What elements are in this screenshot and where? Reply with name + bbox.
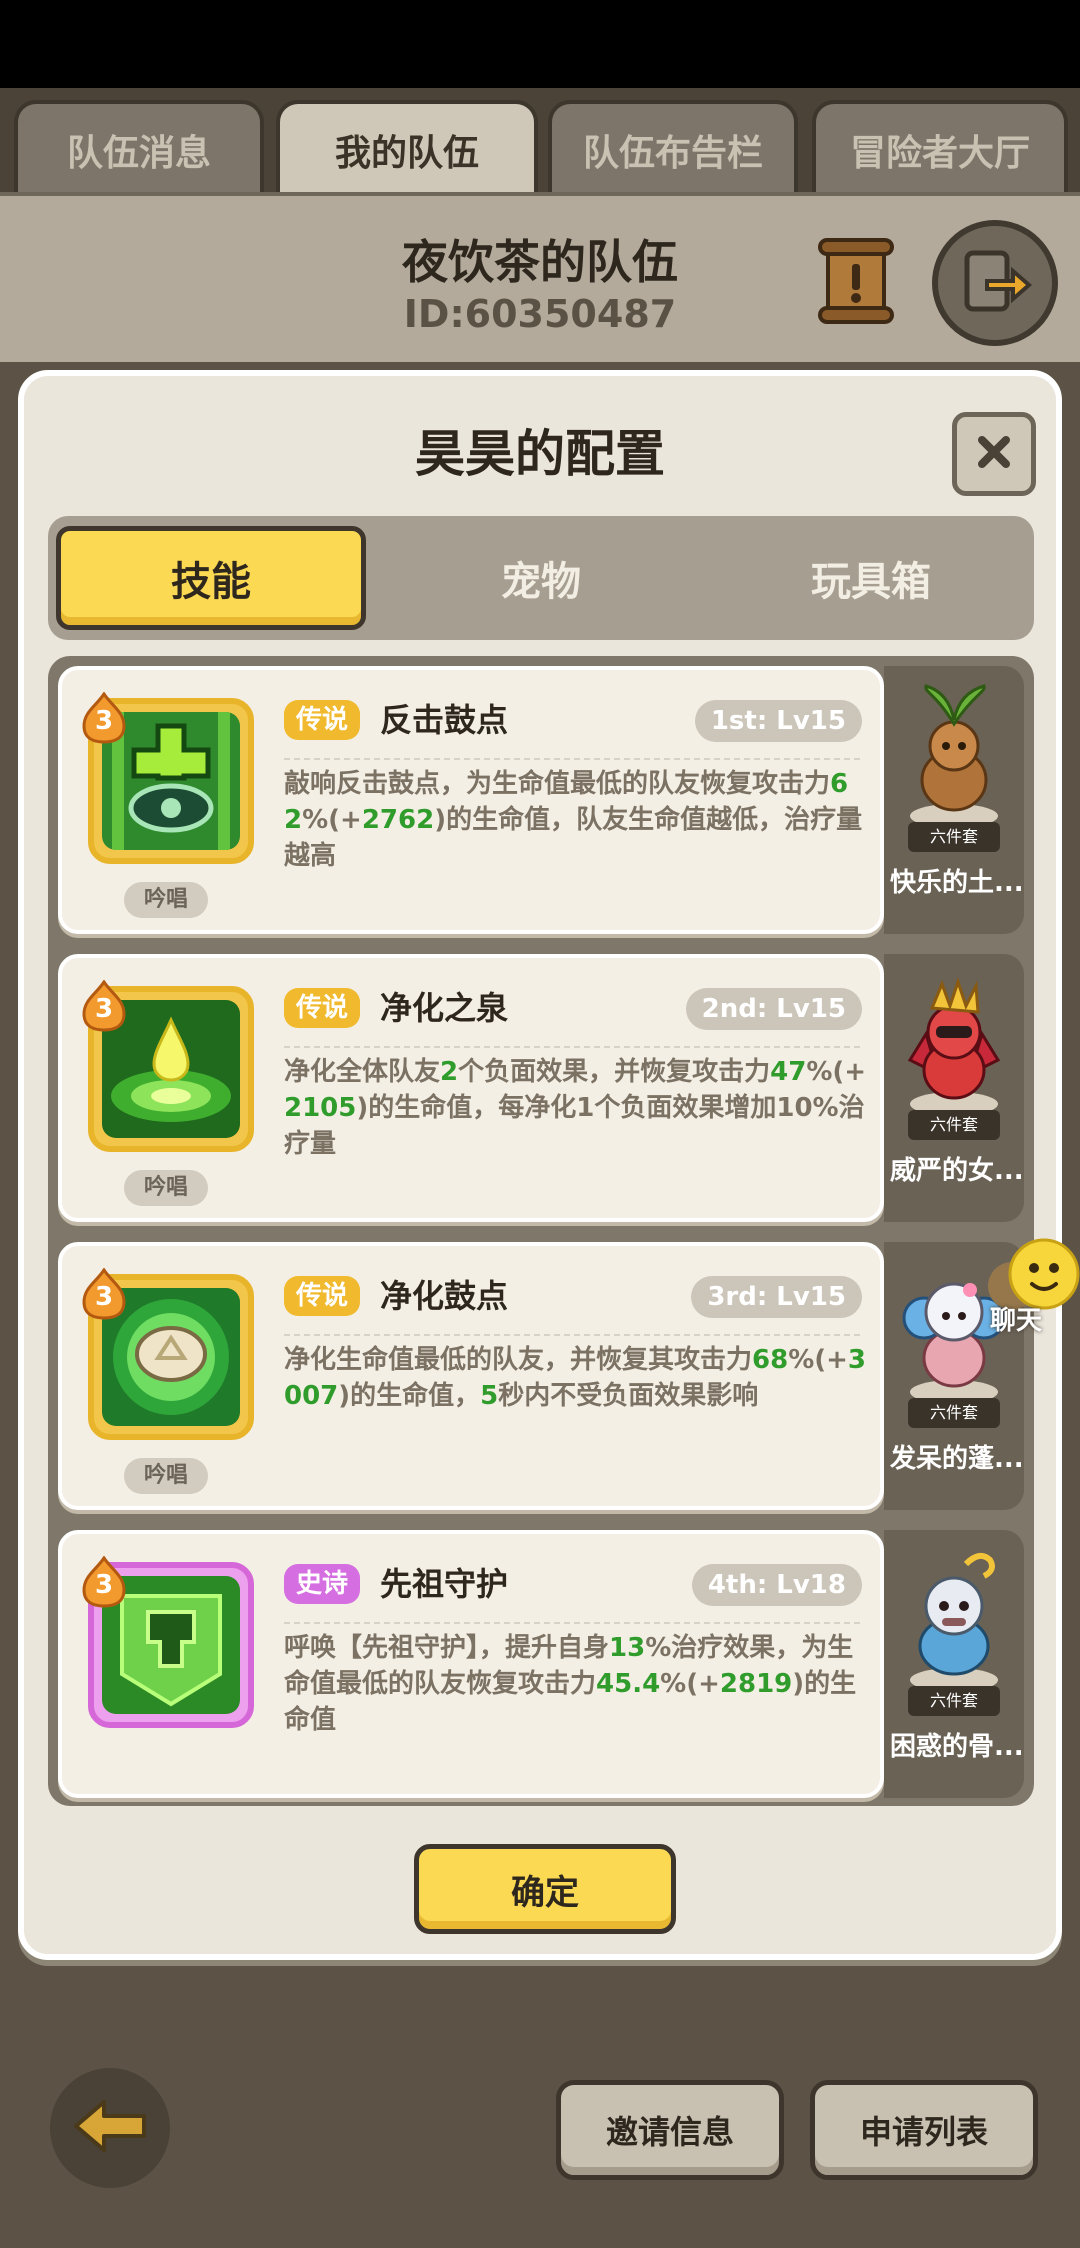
tab-skills[interactable]: 技能 [56, 526, 366, 630]
back-arrow-icon [70, 2096, 150, 2160]
pet-name: 威严的女... [890, 1156, 1024, 1186]
skill-slot-level: 3rd: Lv15 [691, 1276, 862, 1318]
skill-level-value: 3 [94, 1570, 114, 1600]
divider [284, 1622, 860, 1624]
chat-label[interactable]: 聊天 [990, 1300, 1042, 1337]
pet-name: 发呆的蓬... [890, 1444, 1024, 1474]
pet-figure-icon [896, 1540, 1012, 1700]
pet-set-tag: 六件套 [908, 1686, 1000, 1716]
tab-pets[interactable]: 宠物 [386, 526, 696, 630]
skill-card[interactable]: 3 吟唱 传说 反击鼓点 1st: Lv15 敲响反击鼓点，为生命值最低的队友恢… [58, 666, 884, 934]
pet-name: 快乐的土... [890, 868, 1024, 898]
exit-team-icon [957, 243, 1033, 323]
skill-slot-level: 4th: Lv18 [691, 1564, 862, 1606]
skill-slot-level: 2nd: Lv15 [685, 988, 862, 1030]
team-id: ID:60350487 [403, 292, 677, 336]
skill-level-badge: 3 [82, 1268, 126, 1320]
pet-set-tag: 六件套 [908, 822, 1000, 852]
exit-team-button[interactable] [932, 220, 1058, 346]
rarity-badge: 传说 [284, 988, 361, 1028]
confirm-button[interactable]: 确定 [414, 1844, 676, 1934]
pet-slot[interactable]: 六件套 快乐的土... [884, 666, 1024, 934]
skill-name: 反击鼓点 [380, 701, 509, 739]
pet-slot[interactable]: 六件套 困惑的骨... [884, 1530, 1024, 1798]
skill-name: 先祖守护 [380, 1565, 509, 1603]
tab-adventurer-hall[interactable]: 冒险者大厅 [812, 100, 1068, 196]
status-bar [0, 0, 1080, 88]
pet-slot[interactable]: 六件套 威严的女... [884, 954, 1024, 1222]
pet-set-tag: 六件套 [908, 1398, 1000, 1428]
cast-type-tag: 吟唱 [124, 882, 208, 918]
divider [284, 758, 860, 760]
divider [284, 1046, 860, 1048]
skill-name: 净化之泉 [380, 989, 509, 1027]
config-tab-bar: 技能 宠物 玩具箱 [48, 516, 1034, 640]
skill-name: 净化鼓点 [380, 1277, 509, 1315]
scroll-icon[interactable] [816, 236, 896, 326]
team-header: 夜饮茶的队伍 ID:60350487 [0, 192, 1080, 362]
skill-level-value: 3 [94, 706, 114, 736]
rarity-badge: 传说 [284, 1276, 361, 1316]
skill-level-value: 3 [94, 1282, 114, 1312]
rarity-badge: 传说 [284, 700, 361, 740]
pet-figure-icon [896, 964, 1012, 1124]
top-tab-bar: 队伍消息 我的队伍 队伍布告栏 冒险者大厅 [0, 88, 1080, 198]
rarity-badge: 史诗 [284, 1564, 361, 1604]
config-modal: 昊昊的配置 技能 宠物 玩具箱 3 吟唱 传说 反击鼓点 1st: Lv15 敲… [18, 370, 1062, 1960]
pet-name: 困惑的骨... [890, 1732, 1024, 1762]
skill-description: 敲响反击鼓点，为生命值最低的队友恢复攻击力62%(+2762)的生命值，队友生命… [284, 769, 863, 871]
application-list-button[interactable]: 申请列表 [810, 2080, 1038, 2180]
team-name: 夜饮茶的队伍 [402, 235, 678, 289]
skill-description: 净化全体队友2个负面效果，并恢复攻击力47%(+2105)的生命值，每净化1个负… [284, 1057, 867, 1159]
invite-info-button[interactable]: 邀请信息 [556, 2080, 784, 2180]
modal-title: 昊昊的配置 [415, 425, 665, 483]
skill-slot-level: 1st: Lv15 [694, 700, 862, 742]
close-icon [974, 432, 1014, 476]
skill-card[interactable]: 3 吟唱 传说 净化鼓点 3rd: Lv15 净化生命值最低的队友，并恢复其攻击… [58, 1242, 884, 1510]
cast-type-tag: 吟唱 [124, 1170, 208, 1206]
skill-level-badge: 3 [82, 980, 126, 1032]
cast-type-tag: 吟唱 [124, 1458, 208, 1494]
skill-level-badge: 3 [82, 1556, 126, 1608]
skill-list: 3 吟唱 传说 反击鼓点 1st: Lv15 敲响反击鼓点，为生命值最低的队友恢… [48, 656, 1034, 1806]
pet-figure-icon [896, 676, 1012, 836]
pet-set-tag: 六件套 [908, 1110, 1000, 1140]
skill-card[interactable]: 3 吟唱 传说 净化之泉 2nd: Lv15 净化全体队友2个负面效果，并恢复攻… [58, 954, 884, 1222]
skill-level-badge: 3 [82, 692, 126, 744]
close-button[interactable] [952, 412, 1036, 496]
skill-row: 3 吟唱 传说 反击鼓点 1st: Lv15 敲响反击鼓点，为生命值最低的队友恢… [48, 660, 1034, 940]
skill-row: 3 吟唱 传说 净化之泉 2nd: Lv15 净化全体队友2个负面效果，并恢复攻… [48, 948, 1034, 1228]
tab-team-messages[interactable]: 队伍消息 [14, 100, 264, 196]
divider [284, 1334, 860, 1336]
skill-description: 净化生命值最低的队友，并恢复其攻击力68%(+3007)的生命值，5秒内不受负面… [284, 1345, 867, 1411]
skill-description: 呼唤【先祖守护】，提升自身13%治疗效果，为生命值最低的队友恢复攻击力45.4%… [284, 1633, 857, 1735]
skill-level-value: 3 [94, 994, 114, 1024]
tab-my-team[interactable]: 我的队伍 [276, 100, 538, 196]
skill-row: 3 史诗 先祖守护 4th: Lv18 呼唤【先祖守护】，提升自身13%治疗效果… [48, 1524, 1034, 1804]
back-button[interactable] [50, 2068, 170, 2188]
tab-toybox[interactable]: 玩具箱 [716, 526, 1026, 630]
skill-row: 3 吟唱 传说 净化鼓点 3rd: Lv15 净化生命值最低的队友，并恢复其攻击… [48, 1236, 1034, 1516]
skill-card[interactable]: 3 史诗 先祖守护 4th: Lv18 呼唤【先祖守护】，提升自身13%治疗效果… [58, 1530, 884, 1798]
tab-team-board[interactable]: 队伍布告栏 [548, 100, 798, 196]
